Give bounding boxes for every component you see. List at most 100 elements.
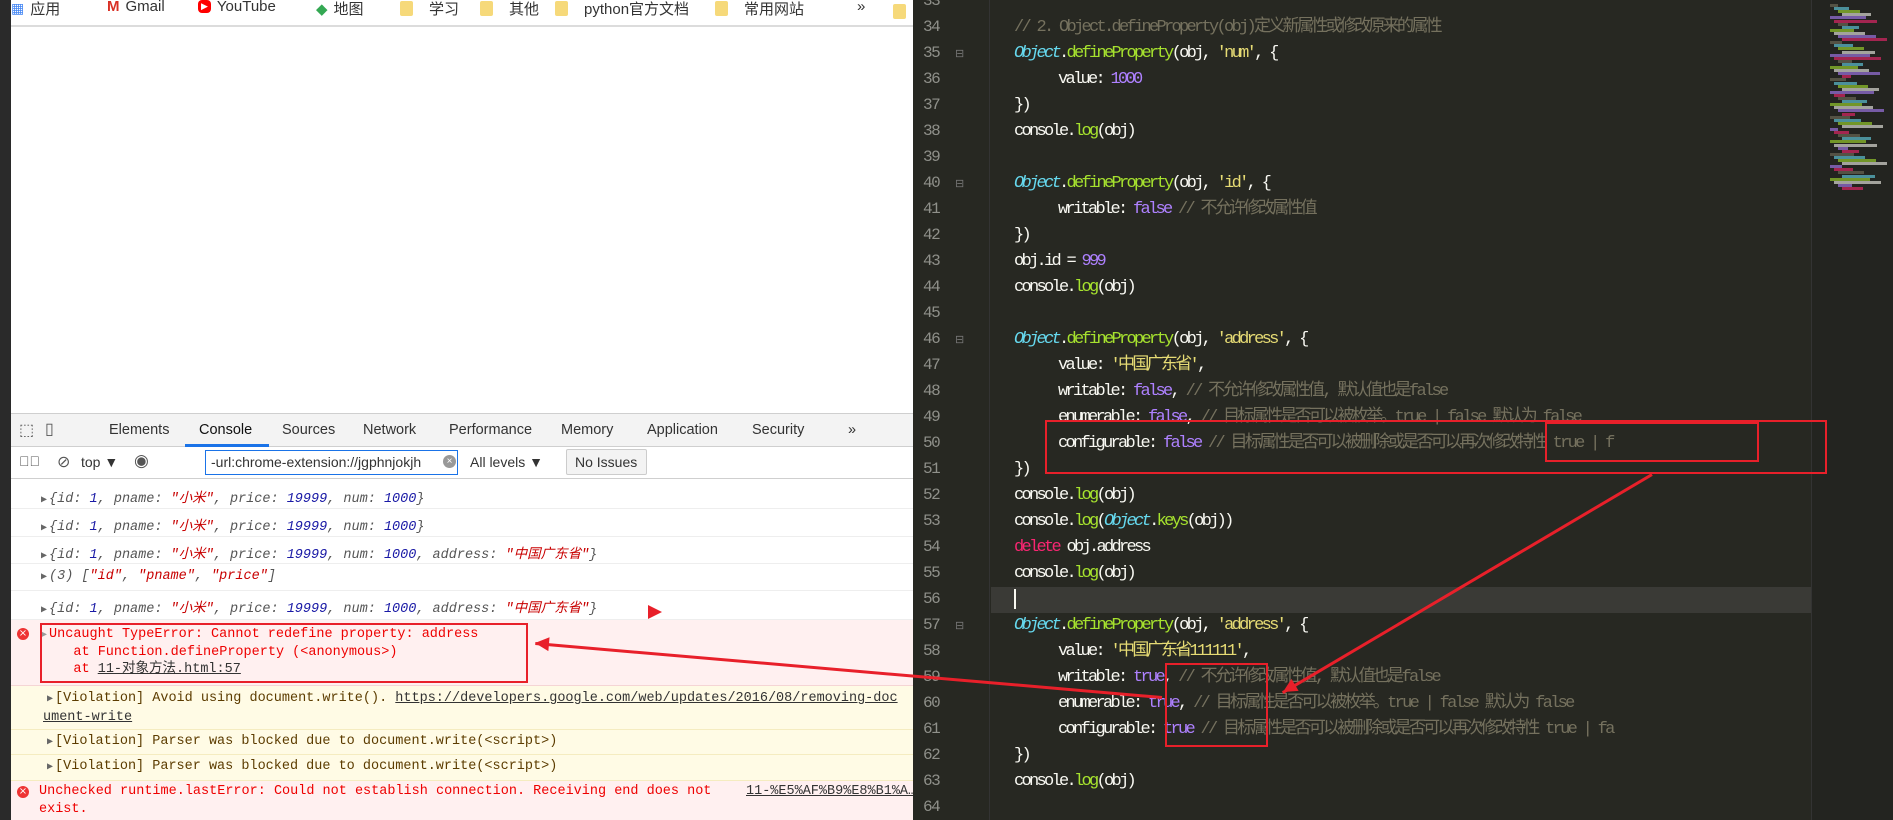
bookmark-folder-other[interactable]: 其他 — [480, 0, 539, 19]
code-token: defineProperty — [1066, 44, 1175, 63]
tab-network[interactable]: Network — [363, 422, 416, 438]
fold-toggle-icon[interactable]: ⊟ — [955, 619, 964, 632]
bookmark-maps[interactable]: ◆ 地图 — [316, 0, 364, 19]
console-token: "price" — [211, 569, 268, 584]
clear-filter-icon[interactable]: × — [443, 455, 456, 468]
device-toolbar-icon[interactable]: ▯ — [45, 419, 54, 439]
code-line[interactable]: console.log(obj) — [1014, 561, 1137, 587]
folder-icon[interactable] — [893, 4, 906, 19]
console-log-row[interactable]: ▶ {id: 1, pname: "小米", price: 19999, num:… — [11, 537, 913, 564]
code-token: false — [1133, 382, 1173, 401]
code-token: (obj, — [1171, 616, 1217, 635]
code-editor[interactable]: 33 34 35 ⊟ 36 37 38 39 40 ⊟ 41 42 43 44 45 46 ⊟ 47 48 49 50 5… — [913, 0, 1893, 820]
code-line[interactable]: configurable: false // 目标属性是否可以被删除或是否可以再… — [1058, 431, 1615, 457]
console-violation-row[interactable]: ▶ [Violation] Avoid using document.write(… — [11, 686, 913, 730]
code-line[interactable]: Object.defineProperty(obj, 'id', { — [1014, 171, 1272, 197]
code-token: writable: — [1058, 668, 1134, 687]
bookmark-folder-study[interactable]: 学习 — [400, 0, 459, 19]
console-log-row[interactable]: ▶ {id: 1, pname: "小米", price: 19999, num:… — [11, 591, 913, 620]
tab-memory[interactable]: Memory — [561, 422, 613, 438]
code-token: false — [1133, 200, 1173, 219]
code-token: defineProperty — [1066, 174, 1175, 193]
bookmark-folder-python-docs[interactable]: python官方文档 — [555, 0, 689, 19]
current-line-highlight — [991, 587, 1811, 613]
violation-link-cont[interactable]: ument-write — [43, 710, 132, 725]
code-line[interactable]: }) — [1014, 93, 1032, 119]
bookmarks-overflow-button[interactable]: » — [857, 0, 865, 15]
code-line[interactable]: console.log(obj) — [1014, 119, 1137, 145]
violation-message: [Violation] Parser was blocked due to do… — [55, 759, 558, 774]
code-line[interactable]: Object.defineProperty(obj, 'num', { — [1014, 41, 1279, 67]
console-log-row[interactable]: ▶ (3) ["id", "pname", "price"] — [11, 564, 913, 591]
bookmark-gmail[interactable]: M Gmail — [107, 0, 165, 15]
console-filter-input[interactable]: -url:chrome-extension://jgphnjokjh — [205, 450, 458, 475]
fold-toggle-icon[interactable]: ⊟ — [955, 333, 964, 346]
error-icon: × — [17, 786, 29, 798]
code-line[interactable]: // 2. Object.defineProperty(obj)定义新属性或修改… — [1014, 15, 1443, 41]
console-log-row[interactable]: ▶ {id: 1, pname: "小米", price: 19999, num:… — [11, 481, 913, 509]
code-line[interactable]: }) — [1014, 743, 1032, 769]
code-token: log — [1074, 486, 1099, 505]
console-error-row[interactable]: × ▶ Uncaught TypeError: Cannot redefine pr… — [11, 620, 913, 686]
clear-console-icon[interactable]: ⊘ — [57, 452, 70, 472]
fold-toggle-icon[interactable]: ⊟ — [955, 47, 964, 60]
code-token: defineProperty — [1066, 616, 1175, 635]
code-line[interactable]: }) — [1014, 457, 1032, 483]
sidebar-toggle-icon[interactable]: ▶⃞ — [19, 453, 40, 469]
console-token: , num: — [327, 602, 384, 617]
code-line[interactable]: writable: false, // 不允许修改属性值, 默认值也是false — [1058, 379, 1449, 405]
violation-link[interactable]: https://developers.google.com/web/update… — [395, 691, 897, 706]
code-line[interactable]: console.log(obj) — [1014, 769, 1137, 795]
issues-button[interactable]: No Issues — [566, 449, 647, 475]
line-number: 57 — [923, 616, 941, 634]
log-levels-dropdown[interactable]: All levels ▼ — [470, 454, 543, 470]
line-number: 36 — [923, 70, 941, 88]
console-log-row[interactable]: ▶ {id: 1, pname: "小米", price: 19999, num:… — [11, 509, 913, 537]
code-token: '中国广东省111111' — [1110, 642, 1245, 661]
code-line[interactable]: value: 1000 — [1058, 67, 1144, 93]
bookmark-apps[interactable]: ▦ 应用 — [11, 0, 60, 19]
code-token: 'address' — [1216, 330, 1287, 349]
console-violation-row[interactable]: ▶ [Violation] Parser was blocked due to d… — [11, 730, 913, 755]
fold-toggle-icon[interactable]: ⊟ — [955, 177, 964, 190]
code-line[interactable] — [1014, 587, 1016, 613]
code-line[interactable]: value: '中国广东省', — [1058, 353, 1207, 379]
console-token: 1000 — [383, 602, 417, 617]
console-token: "pname" — [138, 569, 195, 584]
code-line[interactable]: enumerable: false, // 目标属性是否可以被枚举。true |… — [1058, 405, 1583, 431]
code-line[interactable]: console.log(obj) — [1014, 483, 1137, 509]
code-line[interactable]: }) — [1014, 223, 1032, 249]
code-line[interactable]: obj.id = 999 — [1014, 249, 1107, 275]
code-line[interactable]: enumerable: true, // 目标属性是否可以被枚举。true | … — [1058, 691, 1575, 717]
tab-elements[interactable]: Elements — [109, 422, 169, 438]
error-source-link[interactable]: 11-%E5%AF%B9%E8%B1%A… — [746, 783, 913, 801]
code-line[interactable]: writable: true, // 不允许修改属性值, 默认值也是false — [1058, 665, 1442, 691]
tab-performance[interactable]: Performance — [449, 422, 532, 438]
live-expression-eye-icon[interactable]: ◉ — [134, 451, 149, 471]
minimap[interactable] — [1811, 0, 1893, 820]
code-line[interactable]: value: '中国广东省111111', — [1058, 639, 1252, 665]
code-token: log — [1074, 512, 1099, 531]
code-line[interactable]: console.log(Object.keys(obj)) — [1014, 509, 1234, 535]
console-error-row[interactable]: × Unchecked runtime.lastError: Could not … — [11, 781, 913, 820]
tab-console[interactable]: Console — [199, 422, 252, 438]
code-line[interactable]: writable: false // 不允许修改属性值 — [1058, 197, 1318, 223]
code-token: configurable: — [1058, 720, 1164, 739]
error-source-link[interactable]: 11-对象方法.html:57 — [98, 662, 241, 677]
tab-security[interactable]: Security — [752, 422, 804, 438]
console-token: "小米" — [170, 602, 214, 617]
tab-application[interactable]: Application — [647, 422, 718, 438]
code-line[interactable]: configurable: true // 目标属性是否可以被删除或是否可以再次… — [1058, 717, 1615, 743]
tab-sources[interactable]: Sources — [282, 422, 335, 438]
code-line[interactable]: Object.defineProperty(obj, 'address', { — [1014, 327, 1309, 353]
console-violation-row[interactable]: ▶ [Violation] Parser was blocked due to d… — [11, 755, 913, 781]
code-token: 1000 — [1110, 70, 1144, 89]
code-line[interactable]: Object.defineProperty(obj, 'address', { — [1014, 613, 1309, 639]
code-line[interactable]: delete obj.address — [1014, 535, 1152, 561]
inspect-element-icon[interactable]: ⬚ — [19, 420, 34, 440]
bookmark-folder-common-sites[interactable]: 常用网站 — [715, 0, 804, 19]
code-line[interactable]: console.log(obj) — [1014, 275, 1137, 301]
bookmark-youtube[interactable]: ▶ YouTube — [198, 0, 276, 15]
context-selector[interactable]: top ▼ — [81, 454, 118, 470]
more-tabs-button[interactable]: » — [848, 422, 856, 438]
